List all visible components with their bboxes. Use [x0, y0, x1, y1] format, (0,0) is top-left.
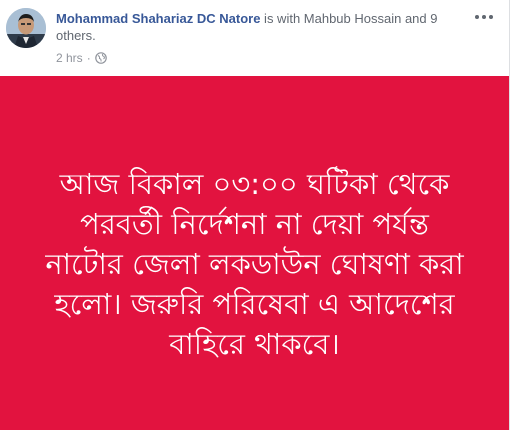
card-text-line: পরবর্তী নির্দেশনা না দেয়া পর্যন্ত	[80, 207, 429, 241]
facebook-post: Mohammad Shahariaz DC Natore is with Mah…	[0, 0, 510, 430]
post-attribution: Mohammad Shahariaz DC Natore is with Mah…	[56, 10, 476, 44]
post-header: Mohammad Shahariaz DC Natore is with Mah…	[0, 0, 509, 76]
card-text-line: নাটোর জেলা লকডাউন ঘোষণা করা	[45, 247, 464, 281]
tagged-person-link[interactable]: Mahbub Hossain	[304, 11, 402, 26]
meta-separator: ·	[86, 51, 91, 65]
with-text: is with	[260, 11, 304, 26]
card-text-line: বাহিরে থাকবে।	[169, 327, 340, 361]
post-meta: 2 hrs ·	[56, 51, 107, 65]
card-text: আজ বিকাল ০৩:০০ ঘটিকা থেকে পরবর্তী নির্দে…	[20, 164, 490, 364]
card-text-line: হলো। জরুরি পরিষেবা এ আদেশের	[54, 287, 455, 321]
end-punctuation: .	[92, 28, 96, 43]
card-text-line: আজ বিকাল ০৩:০০ ঘটিকা থেকে	[59, 167, 450, 201]
globe-icon[interactable]	[94, 52, 107, 64]
post-timestamp[interactable]: 2 hrs	[56, 51, 83, 65]
status-background-card: আজ বিকাল ০৩:০০ ঘটিকা থেকে পরবর্তী নির্দে…	[0, 76, 509, 430]
author-name-link[interactable]: Mohammad Shahariaz DC Natore	[56, 11, 260, 26]
author-avatar[interactable]	[6, 8, 46, 48]
more-options-icon[interactable]	[475, 12, 495, 22]
and-text: and	[401, 11, 431, 26]
